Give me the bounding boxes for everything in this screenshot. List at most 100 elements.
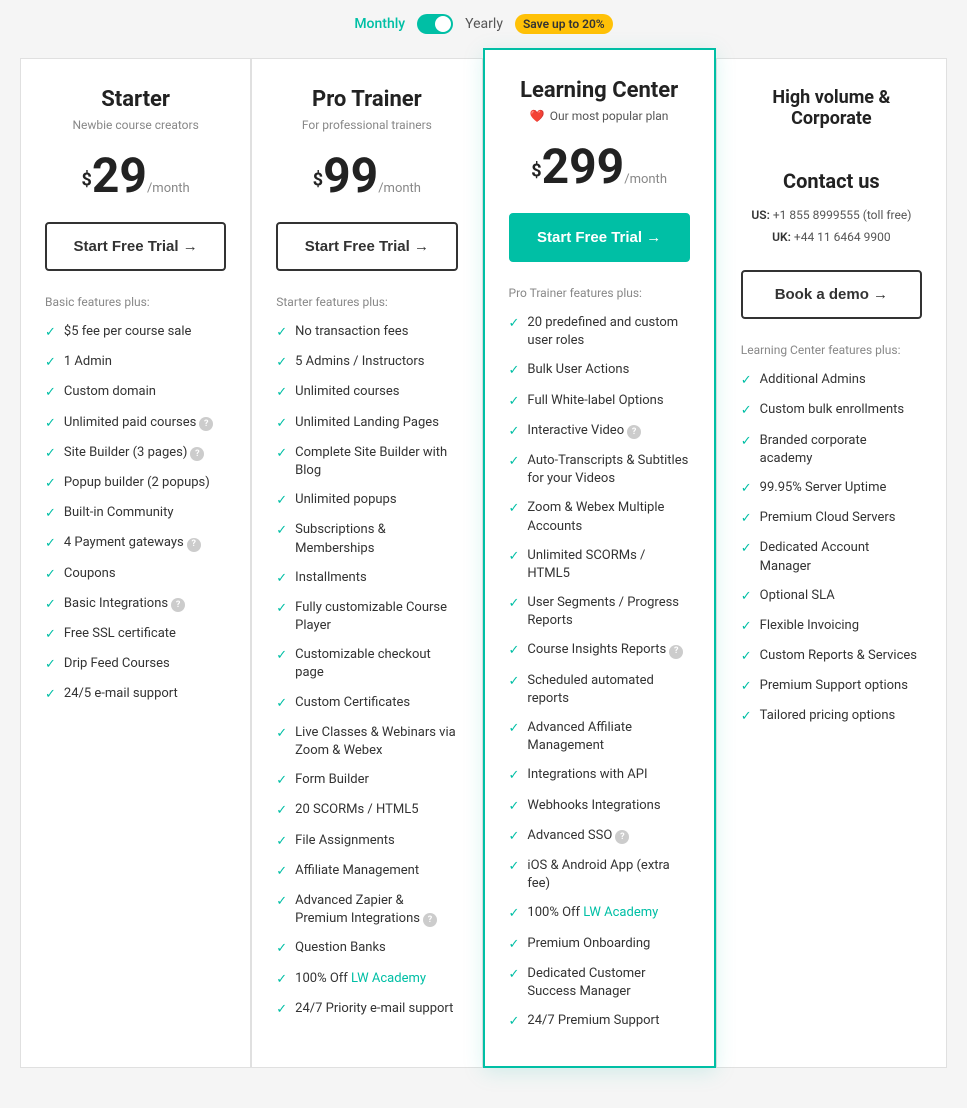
feature-item: ✓ Branded corporate academy (741, 432, 922, 468)
check-icon: ✓ (276, 600, 287, 618)
feature-text: Unlimited SCORMs / HTML5 (527, 547, 689, 583)
feature-text: Premium Onboarding (527, 935, 650, 953)
check-icon: ✓ (741, 480, 752, 498)
check-icon: ✓ (276, 695, 287, 713)
feature-item: ✓ Tailored pricing options (741, 707, 922, 726)
feature-text: Premium Cloud Servers (760, 509, 896, 527)
popular-text: Our most popular plan (550, 109, 669, 123)
feature-text: Integrations with API (527, 766, 647, 784)
feature-text: Fully customizable Course Player (295, 599, 457, 635)
lw-academy-link[interactable]: LW Academy (583, 905, 658, 920)
check-icon: ✓ (276, 522, 287, 540)
cta-button[interactable]: Start Free Trial → (45, 222, 226, 271)
check-icon: ✓ (509, 936, 520, 954)
price-period: /month (624, 172, 667, 187)
feature-item: ✓ 5 Admins / Instructors (276, 353, 457, 372)
cta-button[interactable]: Start Free Trial → (276, 222, 457, 271)
info-icon[interactable]: ? (190, 447, 204, 461)
info-icon[interactable]: ? (187, 538, 201, 552)
check-icon: ✓ (509, 720, 520, 738)
info-icon[interactable]: ? (669, 645, 683, 659)
feature-item: ✓ Full White-label Options (509, 392, 690, 411)
check-icon: ✓ (45, 384, 56, 402)
feature-text: 100% Off LW Academy (295, 970, 426, 988)
plan-card-high-volume: High volume & Corporate Contact us US: +… (716, 58, 947, 1068)
check-icon: ✓ (509, 548, 520, 566)
lw-academy-link[interactable]: LW Academy (351, 971, 426, 986)
feature-item: ✓ Question Banks (276, 939, 457, 958)
info-icon[interactable]: ? (199, 417, 213, 431)
price-amount: 99 (323, 147, 378, 204)
info-icon[interactable]: ? (627, 425, 641, 439)
check-icon: ✓ (509, 828, 520, 846)
phone-us-label: US: (751, 208, 769, 222)
check-icon: ✓ (276, 893, 287, 911)
check-icon: ✓ (509, 453, 520, 471)
cta-button[interactable]: Start Free Trial → (509, 213, 690, 262)
feature-text: Customizable checkout page (295, 646, 457, 682)
check-icon: ✓ (509, 966, 520, 984)
check-icon: ✓ (45, 566, 56, 584)
check-icon: ✓ (741, 588, 752, 606)
info-icon[interactable]: ? (171, 598, 185, 612)
info-icon[interactable]: ? (423, 913, 437, 927)
price-amount: 299 (542, 138, 625, 195)
check-icon: ✓ (276, 725, 287, 743)
feature-item: ✓ Built-in Community (45, 504, 226, 523)
phone-uk-label: UK: (772, 230, 791, 244)
plan-card-starter: StarterNewbie course creators $29/month … (20, 58, 251, 1068)
check-icon: ✓ (276, 324, 287, 342)
feature-item: ✓ 4 Payment gateways? (45, 534, 226, 553)
feature-item: ✓ Unlimited paid courses? (45, 414, 226, 433)
monthly-label[interactable]: Monthly (354, 16, 405, 32)
feature-text: Branded corporate academy (760, 432, 922, 468)
feature-text: Dedicated Account Manager (760, 539, 922, 575)
feature-text: Custom Reports & Services (760, 647, 917, 665)
check-icon: ✓ (45, 535, 56, 553)
feature-text: 99.95% Server Uptime (760, 479, 887, 497)
billing-toggle[interactable] (417, 14, 453, 34)
feature-item: ✓ Fully customizable Course Player (276, 599, 457, 635)
check-icon: ✓ (741, 402, 752, 420)
check-icon: ✓ (276, 570, 287, 588)
price-container: Contact us US: +1 855 8999555 (toll free… (741, 169, 922, 248)
feature-text: 100% Off LW Academy (527, 904, 658, 922)
price-period: /month (378, 181, 421, 196)
feature-text: Drip Feed Courses (64, 655, 170, 673)
yearly-label[interactable]: Yearly (465, 16, 503, 32)
info-icon[interactable]: ? (615, 830, 629, 844)
check-icon: ✓ (509, 315, 520, 333)
feature-text: Custom domain (64, 383, 156, 401)
feature-item: ✓ Unlimited SCORMs / HTML5 (509, 547, 690, 583)
price-period: /month (147, 181, 190, 196)
feature-text: Custom Certificates (295, 694, 410, 712)
plan-subtitle (741, 135, 922, 149)
feature-item: ✓ Unlimited popups (276, 491, 457, 510)
save-badge: Save up to 20% (515, 14, 613, 34)
feature-text: 20 predefined and custom user roles (527, 314, 689, 350)
feature-item: ✓ 99.95% Server Uptime (741, 479, 922, 498)
feature-item: ✓ Scheduled automated reports (509, 672, 690, 708)
feature-text: Course Insights Reports? (527, 641, 683, 659)
feature-text: Unlimited paid courses? (64, 414, 213, 432)
feature-text: Tailored pricing options (760, 707, 896, 725)
feature-item: ✓ Dedicated Customer Success Manager (509, 965, 690, 1001)
feature-text: Unlimited popups (295, 491, 396, 509)
plan-name: Learning Center (509, 78, 690, 103)
feature-text: 24/7 Premium Support (527, 1012, 659, 1030)
feature-item: ✓ 1 Admin (45, 353, 226, 372)
plan-subtitle: Newbie course creators (45, 118, 226, 132)
feature-text: Interactive Video? (527, 422, 641, 440)
feature-item: ✓ Coupons (45, 565, 226, 584)
feature-item: ✓ Installments (276, 569, 457, 588)
feature-text: Advanced SSO? (527, 827, 629, 845)
check-icon: ✓ (45, 354, 56, 372)
cta-button[interactable]: Book a demo → (741, 270, 922, 319)
feature-item: ✓ Live Classes & Webinars via Zoom & Web… (276, 724, 457, 760)
check-icon: ✓ (509, 767, 520, 785)
check-icon: ✓ (741, 372, 752, 390)
feature-item: ✓ Integrations with API (509, 766, 690, 785)
check-icon: ✓ (509, 500, 520, 518)
price-dollar: $ (531, 161, 541, 182)
check-icon: ✓ (741, 510, 752, 528)
